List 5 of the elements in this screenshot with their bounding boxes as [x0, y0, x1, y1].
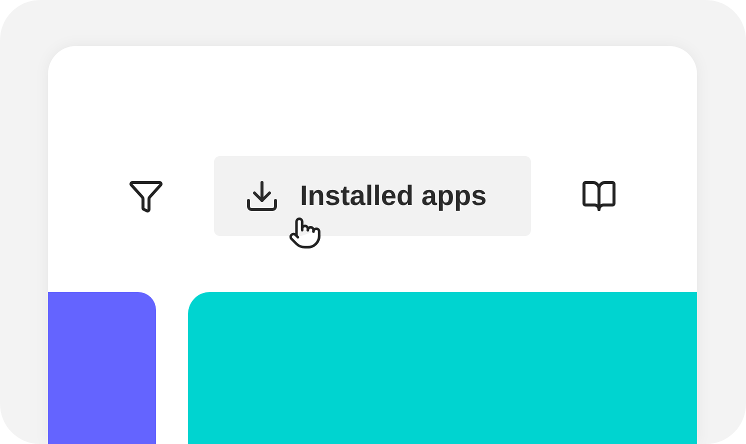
hand-cursor-icon: [288, 216, 322, 250]
download-icon: [244, 178, 280, 214]
book-icon[interactable]: [581, 178, 617, 214]
installed-apps-button[interactable]: Installed apps: [214, 156, 531, 236]
filter-icon[interactable]: [128, 178, 164, 214]
